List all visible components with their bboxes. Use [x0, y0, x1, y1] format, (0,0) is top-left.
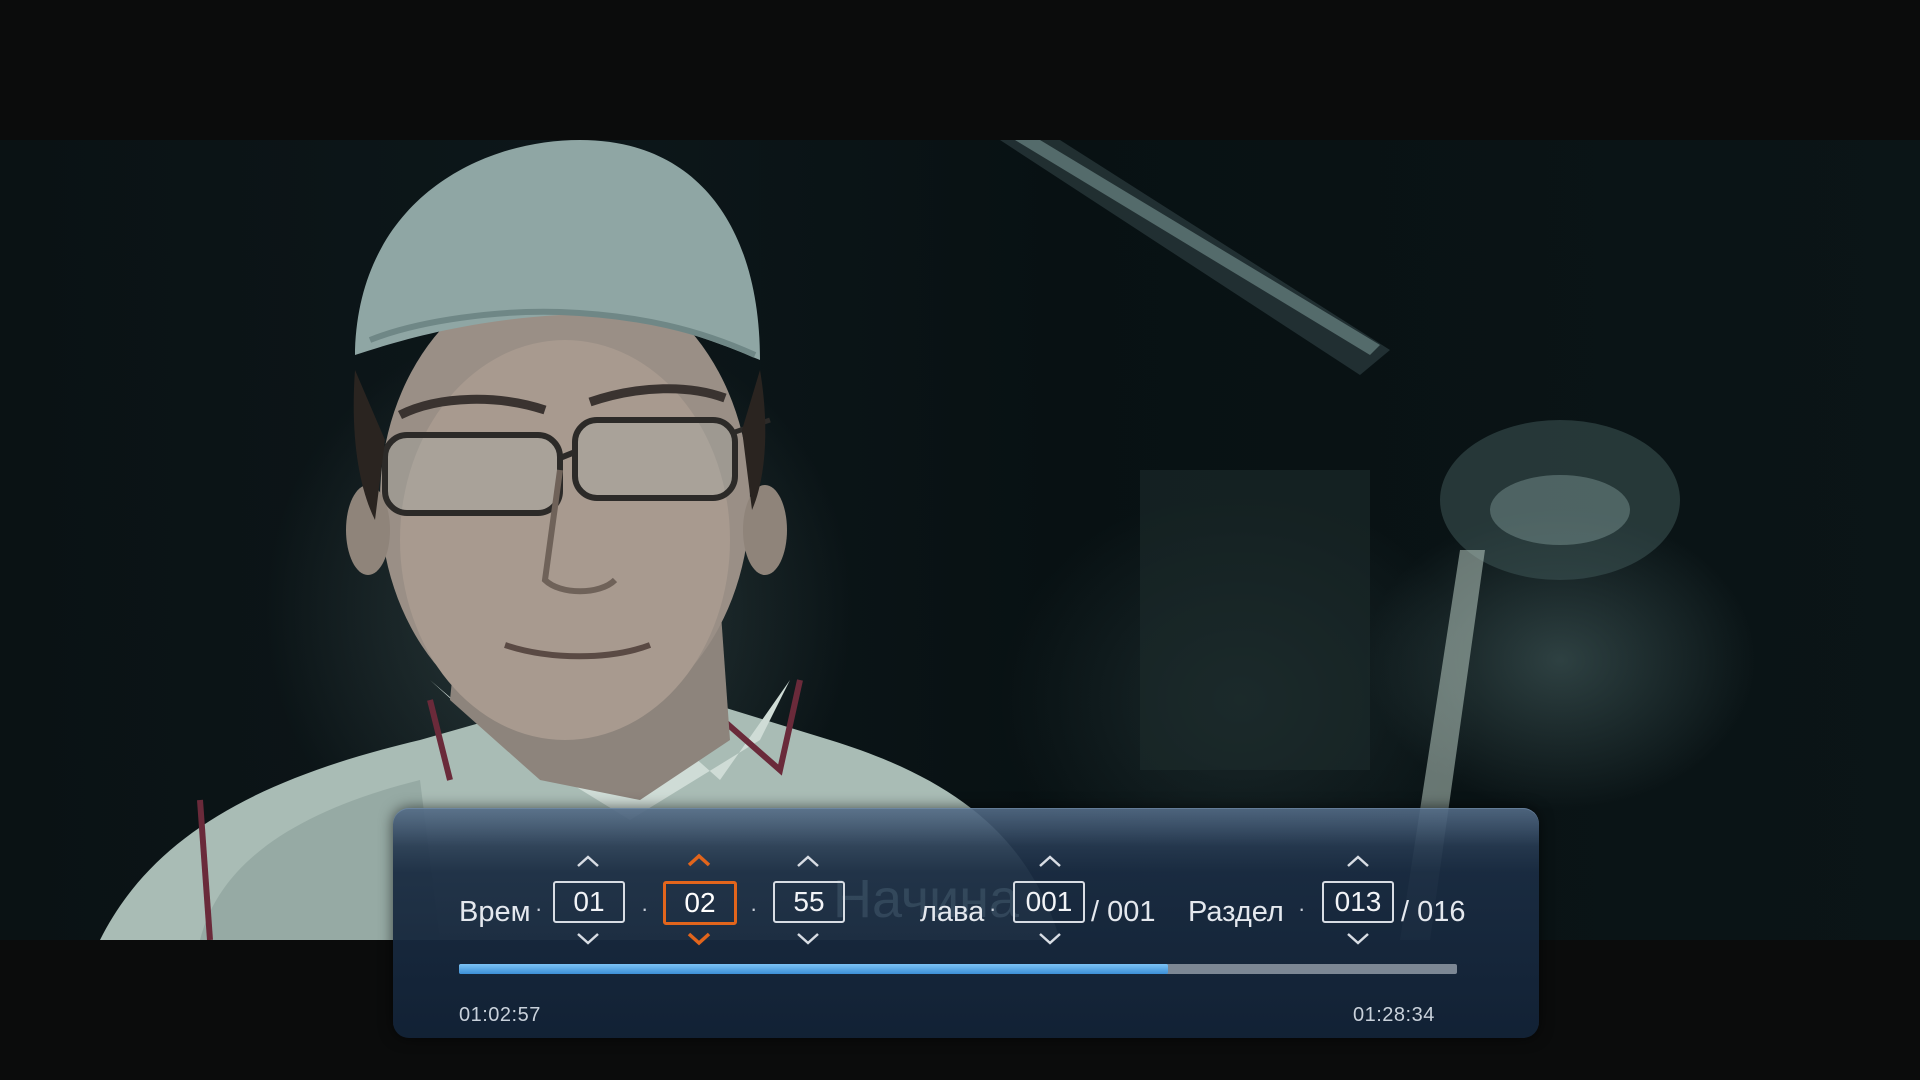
current-time: 01:02:57: [459, 1004, 541, 1026]
section-total: / 016: [1401, 896, 1466, 928]
seconds-up-chevron-icon[interactable]: [796, 854, 820, 868]
progress-bar[interactable]: [459, 964, 1457, 974]
seconds-down-chevron-icon[interactable]: [796, 932, 820, 946]
total-time: 01:28:34: [1353, 1004, 1435, 1026]
chapter-field[interactable]: 001: [1013, 881, 1085, 923]
panel-gloss: [393, 808, 1539, 846]
hours-field[interactable]: 01: [553, 881, 625, 923]
chapter-label: лава: [920, 896, 985, 928]
chapter-up-chevron-icon[interactable]: [1038, 854, 1062, 868]
seek-osd-panel: Начина Врем · 01 · 02 · 55 лава · 001 / …: [393, 808, 1539, 1038]
section-down-chevron-icon[interactable]: [1346, 932, 1370, 946]
time-label: Врем: [459, 896, 531, 928]
chapter-total: / 001: [1091, 896, 1156, 928]
hours-down-chevron-icon[interactable]: [576, 932, 600, 946]
chapter-label-separator: ·: [989, 896, 997, 921]
chapter-down-chevron-icon[interactable]: [1038, 932, 1062, 946]
progress-fill: [459, 964, 1168, 974]
minutes-down-chevron-icon[interactable]: [687, 932, 711, 946]
minutes-field[interactable]: 02: [663, 881, 737, 925]
hours-minutes-separator: ·: [641, 896, 649, 921]
minutes-seconds-separator: ·: [750, 896, 758, 921]
hours-up-chevron-icon[interactable]: [576, 854, 600, 868]
time-label-separator: ·: [535, 896, 543, 921]
screen: Начина Врем · 01 · 02 · 55 лава · 001 / …: [0, 0, 1920, 1080]
section-field[interactable]: 013: [1322, 881, 1394, 923]
seconds-field[interactable]: 55: [773, 881, 845, 923]
section-up-chevron-icon[interactable]: [1346, 854, 1370, 868]
section-label: Раздел: [1188, 896, 1284, 928]
minutes-up-chevron-icon[interactable]: [687, 853, 711, 867]
section-label-separator: ·: [1298, 896, 1306, 921]
